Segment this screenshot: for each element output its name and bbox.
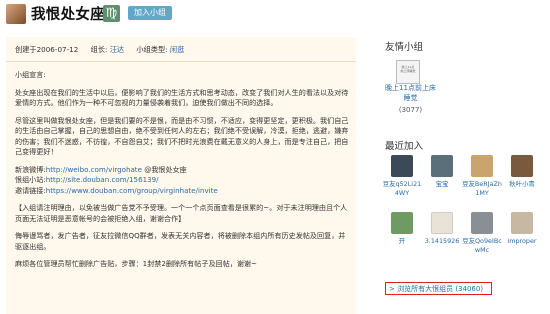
admin-note: 麻烦各位管理员帮忙删除广告贴，步骤：1封禁2删除所有帖子及回帖，谢谢~ [15,259,257,268]
group-meta: 创建于2006-07-12 组长: 汪达 小组类型: 闲逛 [15,45,184,55]
friends-title: 友情小组 [385,42,424,53]
paragraph: 处女座出现在我们的生活中以后，便影响了我们的生活方式和思考动态，改变了我们对人生… [15,87,349,108]
member-avatar[interactable] [391,155,413,177]
browse-all-members-link[interactable]: > 浏览所有大恨组员 (34060) [385,282,492,295]
group-page: 我恨处女座 ♍ 加入小组 创建于2006-07-12 组长: 汪达 小组类型: … [0,0,550,314]
member-item[interactable]: 秋叶小青 [502,155,542,189]
virgo-icon: ♍ [103,5,120,22]
member-item[interactable]: 豆友Qo9eIBcwMc [462,212,502,255]
member-name[interactable]: 开 [382,237,422,246]
member-name[interactable]: 3.1415926 [422,237,462,246]
member-item[interactable]: improper [502,212,542,246]
group-title: 我恨处女座 [31,7,105,23]
links-block: 新浪微博:http://weibo.com/virgohate @我恨处女座 恨… [15,164,218,195]
member-avatar[interactable] [391,212,413,234]
invite-link[interactable]: https://www.douban.com/group/virginhate/… [46,186,218,195]
member-item[interactable]: 豆友q52Li214WY [382,155,422,198]
group-avatar [6,4,26,24]
member-name[interactable]: 宝宝 [422,180,462,189]
type-label: 小组类型: [136,45,168,54]
recent-title: 最近加入 [385,141,424,152]
friend-group-name[interactable]: 晚上11点前上床睡觉 [383,84,438,103]
member-item[interactable]: 3.1415926 [422,212,462,246]
member-name[interactable]: improper [502,237,542,246]
manifesto-heading: 小组宣言: [15,70,46,79]
leader-label: 组长: [90,45,108,54]
site-link[interactable]: http://site.douban.com/156139/ [46,175,159,184]
divider [6,61,356,62]
join-rule: 【入组请注明理由，以免被当做广告党不予受理。一个一个点页面查看是很累的~。对于未… [15,203,348,223]
member-item[interactable]: 豆友BeRJaZh1MY [462,155,502,198]
member-avatar[interactable] [511,155,533,177]
type-link[interactable]: 闲逛 [170,45,184,54]
join-group-button[interactable]: 加入小组 [128,6,172,20]
member-avatar[interactable] [471,155,493,177]
member-name[interactable]: 豆友Qo9eIBcwMc [462,237,502,255]
paragraph: 尽管这里叫做我恨处女座，但是我们要的不是恨，而是由不习惯，不适应，变得更坚定，更… [15,115,349,157]
created-date: 创建于2006-07-12 [15,45,79,54]
member-name[interactable]: 秋叶小青 [502,180,542,189]
group-info-panel: 创建于2006-07-12 组长: 汪达 小组类型: 闲逛 小组宣言: 处女座出… [6,37,356,314]
member-name[interactable]: 豆友q52Li214WY [382,180,422,198]
group-description: 小组宣言: 处女座出现在我们的生活中以后，便影响了我们的生活方式和思考动态，改变… [15,70,349,277]
member-avatar[interactable] [431,212,453,234]
member-name[interactable]: 豆友BeRJaZh1MY [462,180,502,198]
member-avatar[interactable] [471,212,493,234]
ban-rule: 侮辱谩骂者，发广告者，征友拉微信QQ群者，发表无关内容者，将被删除本组内所有历史… [15,231,346,251]
member-item[interactable]: 宝宝 [422,155,462,189]
member-item[interactable]: 开 [382,212,422,246]
member-avatar[interactable] [431,155,453,177]
friend-group-image[interactable]: 晚上11点 前上床睡觉 [396,60,420,84]
group-header: 我恨处女座 ♍ 加入小组 [0,0,550,34]
leader-link[interactable]: 汪达 [110,45,124,54]
weibo-link[interactable]: http://weibo.com/virgohate [46,165,142,174]
member-avatar[interactable] [511,212,533,234]
friend-group-count: (3077) [398,106,423,114]
